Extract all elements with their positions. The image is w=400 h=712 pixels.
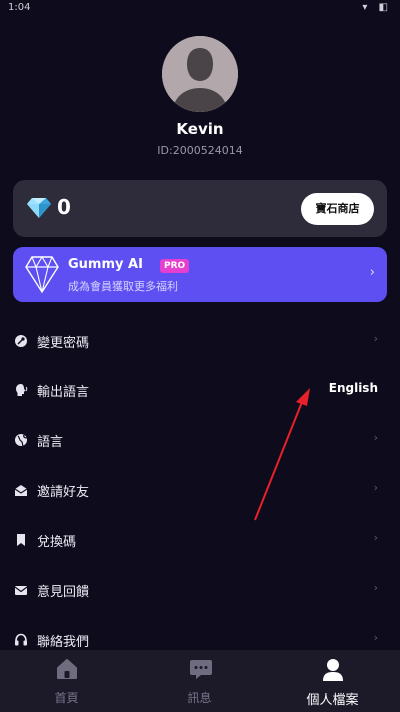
bookmark-icon [17,534,25,546]
tab-label: 訊息 [187,691,212,705]
menu-item-invite-friends[interactable]: 邀請好友 › [0,466,400,516]
person-icon [323,659,343,681]
status-icons: ▾ ◧ [362,2,392,13]
gem-balance-card: 0 寶石商店 [13,180,387,237]
menu-item-label: 邀請好友 [37,485,90,500]
profile-screen: 1:04 ▾ ◧ Kevin ID:2000524014 0 寶石商店 Gumm… [0,0,400,712]
tab-home[interactable]: 首頁 [0,650,133,712]
menu-item-label: 兌換碼 [37,535,77,550]
menu-item-label: 變更密碼 [37,336,90,351]
status-time: 1:04 [8,2,31,13]
menu-item-language[interactable]: 語言 › [0,416,400,466]
status-bar: 1:04 ▾ ◧ [0,0,400,18]
chevron-right-icon: › [373,332,378,345]
menu-item-feedback[interactable]: 意見回饋 › [0,566,400,616]
pro-title: Gummy AI [68,257,143,272]
tab-label: 首頁 [54,691,79,705]
key-icon [15,335,27,347]
tab-label: 個人檔案 [306,693,359,708]
chevron-right-icon: › [369,265,375,280]
menu-item-output-language[interactable]: 輸出語言 English [0,366,400,416]
chevron-right-icon: › [373,431,378,444]
speaking-head-icon [16,384,28,396]
gem-count: 0 [57,195,71,219]
user-id: ID:2000524014 [157,144,243,157]
chevron-right-icon: › [373,481,378,494]
envelope-icon [14,586,28,595]
chevron-right-icon: › [373,631,378,644]
chevron-right-icon: › [373,581,378,594]
chevron-right-icon: › [373,531,378,544]
pro-membership-banner[interactable]: Gummy AI PRO 成為會員獲取更多福利 › [13,247,387,302]
menu-item-label: 輸出語言 [37,385,90,400]
gem-icon [27,198,51,218]
menu-item-label: 語言 [37,435,64,450]
chat-bubble-icon [190,660,212,679]
headset-icon [15,633,27,646]
username: Kevin [176,120,224,138]
diamond-icon [25,255,59,294]
tab-messages[interactable]: 訊息 [133,650,266,712]
pro-badge: PRO [160,259,190,273]
tab-profile[interactable]: 個人檔案 [266,650,399,712]
avatar[interactable] [162,36,238,112]
menu-item-label: 意見回饋 [37,585,90,600]
default-avatar-icon [162,36,238,112]
bottom-tab-bar: 首頁 訊息 個人檔案 [0,650,400,712]
gem-shop-button[interactable]: 寶石商店 [301,193,374,225]
output-language-value: English [328,381,378,395]
menu-item-label: 聯絡我們 [37,635,90,650]
home-icon [57,659,77,679]
globe-icon [15,434,27,447]
menu-item-change-password[interactable]: 變更密碼 › [0,317,400,367]
pro-subtitle: 成為會員獲取更多福利 [68,280,178,293]
menu-item-redeem-code[interactable]: 兌換碼 › [0,516,400,566]
envelope-open-icon [14,485,28,496]
